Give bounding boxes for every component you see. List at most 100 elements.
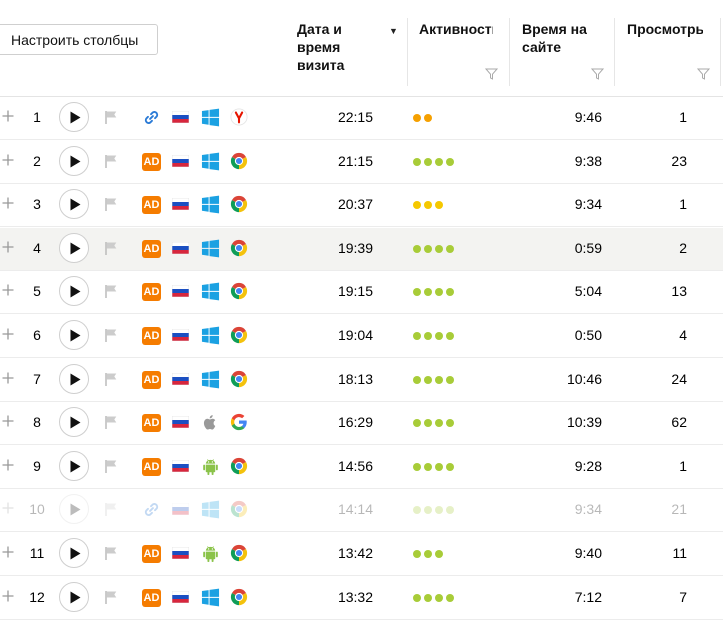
activity-dot bbox=[413, 201, 421, 210]
row-number: 10 bbox=[29, 501, 45, 518]
activity-dot bbox=[413, 375, 421, 384]
table-row[interactable]: 6 AD 19:04 0:50 4 bbox=[0, 315, 723, 358]
flag-icon[interactable] bbox=[104, 590, 118, 604]
expand-row-icon[interactable] bbox=[2, 502, 14, 514]
play-visit-button[interactable] bbox=[59, 320, 89, 350]
play-icon bbox=[70, 285, 81, 298]
play-icon bbox=[70, 242, 81, 255]
activity-dot bbox=[424, 332, 432, 340]
expand-row-icon[interactable] bbox=[2, 328, 14, 340]
filter-icon[interactable] bbox=[591, 68, 604, 80]
expand-row-icon[interactable] bbox=[2, 154, 14, 166]
activity-dot bbox=[424, 462, 432, 471]
windows-icon bbox=[201, 108, 220, 127]
activity-indicator bbox=[413, 593, 457, 603]
play-visit-button[interactable] bbox=[59, 145, 89, 176]
russia-flag-icon bbox=[172, 547, 189, 559]
table-row[interactable]: 9 AD 14:56 9:28 1 bbox=[0, 446, 723, 489]
expand-row-icon[interactable] bbox=[2, 415, 14, 427]
views-count: 62 bbox=[671, 414, 687, 431]
play-visit-button[interactable] bbox=[59, 189, 89, 220]
column-header-datetime[interactable]: Дата и время визита bbox=[297, 20, 385, 74]
activity-indicator bbox=[413, 157, 457, 167]
flag-icon[interactable] bbox=[104, 241, 118, 255]
play-visit-button[interactable] bbox=[59, 407, 89, 438]
views-count: 11 bbox=[672, 545, 687, 561]
visit-time: 16:29 bbox=[337, 414, 373, 431]
flag-icon[interactable] bbox=[104, 502, 118, 517]
play-icon bbox=[70, 329, 81, 342]
play-visit-button[interactable] bbox=[59, 276, 89, 307]
play-visit-button[interactable] bbox=[59, 494, 89, 525]
expand-row-icon[interactable] bbox=[2, 546, 14, 558]
activity-dot bbox=[424, 550, 432, 558]
russia-flag-icon bbox=[172, 416, 189, 429]
windows-icon bbox=[201, 152, 220, 171]
activity-indicator bbox=[413, 244, 457, 254]
time-on-site: 9:28 bbox=[574, 457, 602, 474]
visit-time: 19:15 bbox=[337, 283, 373, 300]
activity-dot bbox=[435, 506, 443, 515]
play-visit-button[interactable] bbox=[59, 363, 89, 394]
play-visit-button[interactable] bbox=[59, 581, 89, 612]
table-row[interactable]: 11 AD 13:42 9:40 11 bbox=[0, 533, 723, 576]
flag-icon[interactable] bbox=[104, 197, 118, 212]
play-visit-button[interactable] bbox=[59, 232, 89, 263]
table-row[interactable]: 1 22:15 9:46 1 bbox=[0, 97, 723, 140]
chrome-icon bbox=[230, 239, 248, 257]
activity-dot bbox=[424, 288, 432, 297]
flag-icon[interactable] bbox=[104, 415, 118, 430]
table-row[interactable]: 12 AD 13:32 7:12 7 bbox=[0, 577, 723, 620]
filter-icon[interactable] bbox=[485, 68, 498, 80]
row-number: 4 bbox=[33, 239, 41, 256]
expand-row-icon[interactable] bbox=[2, 372, 14, 384]
configure-columns-button[interactable]: Настроить столбцы bbox=[0, 24, 158, 55]
russia-flag-icon bbox=[172, 329, 189, 341]
activity-indicator bbox=[413, 288, 457, 297]
table-row[interactable]: 2 AD 21:15 9:38 23 bbox=[0, 141, 723, 184]
filter-icon[interactable] bbox=[697, 68, 710, 80]
play-visit-button[interactable] bbox=[59, 102, 89, 132]
visit-time: 21:15 bbox=[337, 152, 373, 169]
flag-icon[interactable] bbox=[104, 154, 118, 168]
chrome-icon bbox=[230, 370, 248, 388]
activity-dot bbox=[446, 593, 454, 602]
views-count: 4 bbox=[679, 327, 687, 343]
activity-dot bbox=[435, 157, 443, 166]
russia-flag-icon bbox=[172, 503, 189, 516]
ad-badge: AD bbox=[142, 327, 161, 345]
flag-icon[interactable] bbox=[104, 284, 118, 299]
expand-row-icon[interactable] bbox=[2, 459, 14, 471]
column-header-views[interactable]: Просмотры bbox=[627, 20, 703, 38]
column-header-time-on-site[interactable]: Время на сайте bbox=[522, 20, 610, 56]
activity-dot bbox=[446, 375, 454, 384]
expand-row-icon[interactable] bbox=[2, 590, 14, 602]
play-visit-button[interactable] bbox=[59, 450, 89, 481]
expand-row-icon[interactable] bbox=[2, 241, 14, 253]
activity-dot bbox=[424, 419, 432, 428]
views-count: 23 bbox=[671, 152, 687, 169]
flag-icon[interactable] bbox=[104, 546, 118, 560]
table-row[interactable]: 7 AD 18:13 10:46 24 bbox=[0, 359, 723, 402]
play-visit-button[interactable] bbox=[59, 538, 89, 568]
table-row[interactable]: 10 14:14 9:34 21 bbox=[0, 489, 723, 533]
table-row[interactable]: 3 AD 20:37 9:34 1 bbox=[0, 184, 723, 228]
ad-badge: AD bbox=[142, 196, 161, 215]
activity-dot bbox=[413, 288, 421, 297]
time-on-site: 5:04 bbox=[574, 283, 602, 300]
table-row[interactable]: 4 AD 19:39 0:59 2 bbox=[0, 227, 723, 271]
sort-desc-icon[interactable]: ▼ bbox=[389, 26, 398, 36]
flag-icon[interactable] bbox=[104, 459, 118, 473]
play-icon bbox=[70, 591, 81, 604]
flag-icon[interactable] bbox=[104, 328, 118, 342]
table-row[interactable]: 5 AD 19:15 5:04 13 bbox=[0, 271, 723, 315]
russia-flag-icon bbox=[172, 241, 189, 254]
expand-row-icon[interactable] bbox=[2, 197, 14, 209]
time-on-site: 0:59 bbox=[574, 239, 602, 256]
flag-icon[interactable] bbox=[104, 110, 118, 124]
expand-row-icon[interactable] bbox=[2, 284, 14, 296]
flag-icon[interactable] bbox=[104, 372, 118, 386]
table-row[interactable]: 8 AD 16:29 10:39 62 bbox=[0, 402, 723, 446]
expand-row-icon[interactable] bbox=[2, 110, 14, 122]
column-header-activity[interactable]: Активность bbox=[419, 20, 493, 38]
